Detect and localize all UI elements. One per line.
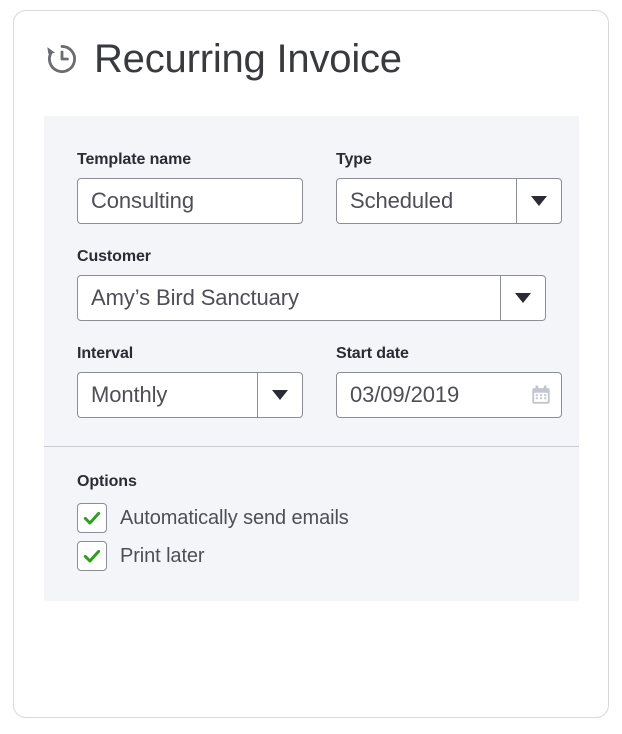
calendar-icon — [532, 385, 550, 404]
option-print-later[interactable]: Print later — [77, 541, 546, 571]
interval-dropdown-button[interactable] — [257, 373, 302, 417]
options-heading: Options — [77, 473, 137, 490]
form-row-2: Customer Amy’s Bird Sanctuary — [77, 248, 546, 321]
field-template-name: Template name Consulting — [77, 151, 303, 224]
customer-dropdown-button[interactable] — [500, 276, 545, 320]
type-value: Scheduled — [350, 188, 454, 213]
interval-select[interactable]: Monthly — [77, 372, 303, 418]
chevron-down-icon — [272, 390, 288, 400]
fields-section: Template name Consulting Type Scheduled — [44, 116, 579, 446]
check-icon — [83, 511, 101, 525]
field-start-date: Start date 03/09/2019 — [336, 345, 562, 418]
check-icon — [83, 549, 101, 563]
history-clock-icon — [44, 41, 80, 77]
type-label: Type — [336, 151, 372, 168]
type-dropdown-button[interactable] — [516, 179, 561, 223]
form-row-3: Interval Monthly Start date 03/09/2019 — [77, 345, 562, 418]
start-date-value: 03/09/2019 — [350, 382, 460, 407]
page-header: Recurring Invoice — [44, 39, 402, 79]
type-select[interactable]: Scheduled — [336, 178, 562, 224]
field-interval: Interval Monthly — [77, 345, 303, 418]
customer-select[interactable]: Amy’s Bird Sanctuary — [77, 275, 546, 321]
options-section: Options Automatically send emails Print … — [44, 447, 579, 601]
customer-value: Amy’s Bird Sanctuary — [91, 285, 299, 310]
start-date-label: Start date — [336, 345, 409, 362]
print-later-checkbox[interactable] — [77, 541, 107, 571]
template-name-value: Consulting — [91, 188, 194, 213]
calendar-picker-button[interactable] — [521, 373, 561, 417]
interval-label: Interval — [77, 345, 134, 362]
option-auto-send-emails[interactable]: Automatically send emails — [77, 503, 546, 533]
chevron-down-icon — [531, 196, 547, 206]
form-panel: Template name Consulting Type Scheduled — [44, 116, 579, 601]
screen-root: Recurring Invoice Template name Consulti… — [0, 0, 622, 734]
start-date-input[interactable]: 03/09/2019 — [336, 372, 562, 418]
form-row-1: Template name Consulting Type Scheduled — [77, 151, 562, 224]
template-name-label: Template name — [77, 151, 191, 168]
template-name-input[interactable]: Consulting — [77, 178, 303, 224]
chevron-down-icon — [515, 293, 531, 303]
customer-label: Customer — [77, 248, 151, 265]
field-customer: Customer Amy’s Bird Sanctuary — [77, 248, 546, 321]
recurring-invoice-card: Recurring Invoice Template name Consulti… — [13, 10, 609, 718]
auto-send-emails-checkbox[interactable] — [77, 503, 107, 533]
field-type: Type Scheduled — [336, 151, 562, 224]
print-later-label: Print later — [120, 544, 205, 567]
auto-send-emails-label: Automatically send emails — [120, 506, 349, 529]
page-title: Recurring Invoice — [94, 37, 402, 81]
interval-value: Monthly — [91, 382, 168, 407]
